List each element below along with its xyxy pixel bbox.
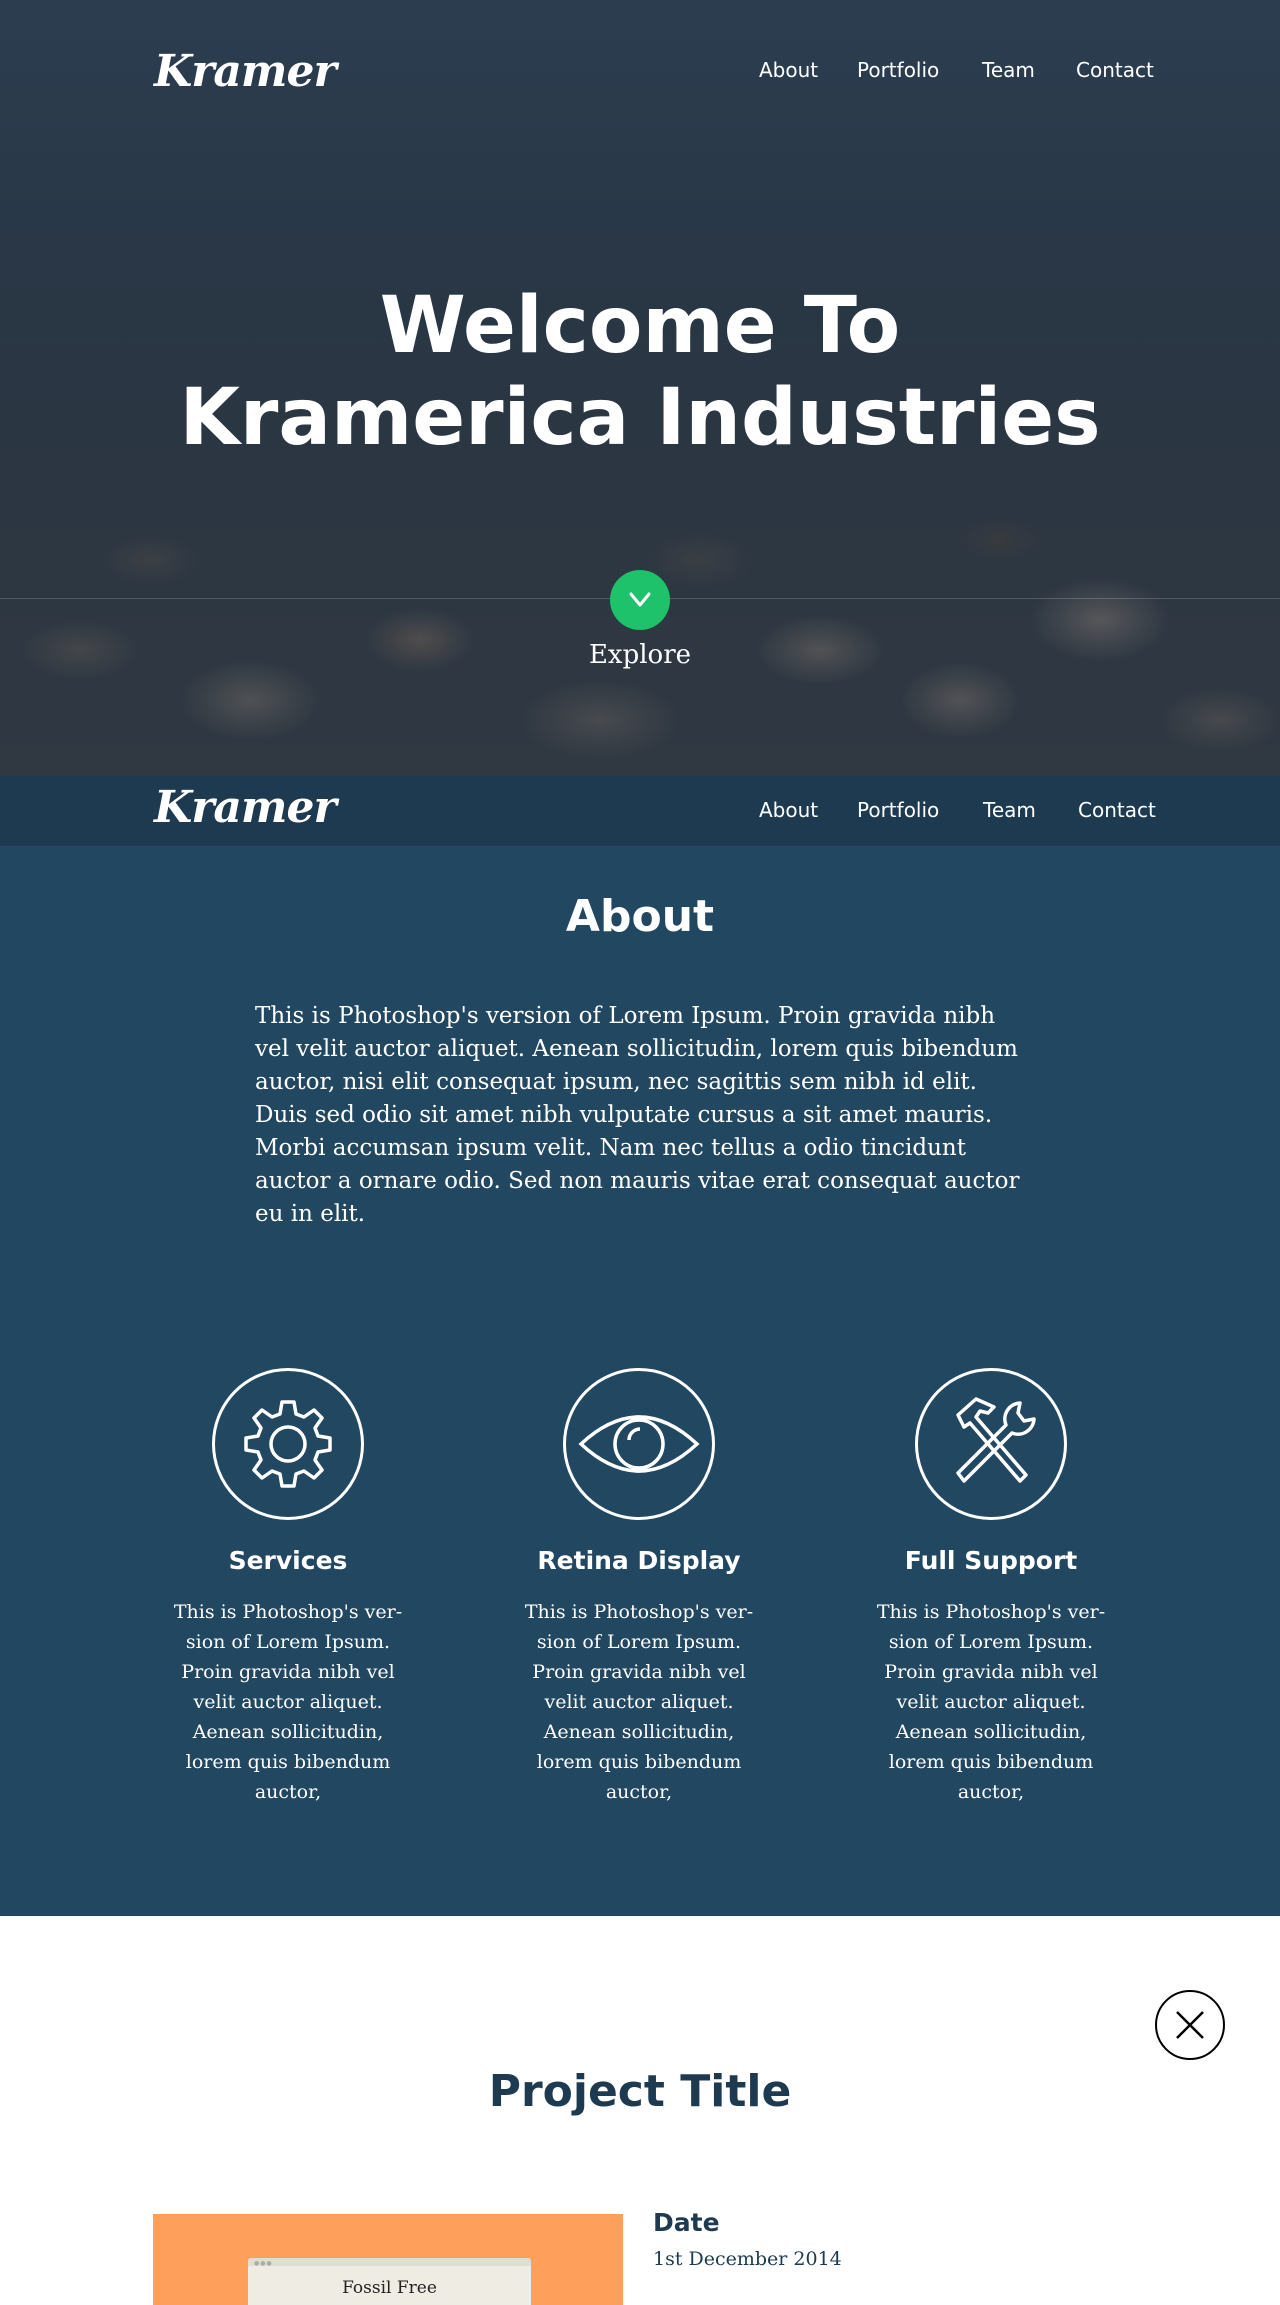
project-image-text: Fossil Free xyxy=(342,2278,437,2298)
eye-icon xyxy=(578,1415,700,1473)
window-titlebar xyxy=(248,2258,531,2266)
nav-item-portfolio[interactable]: Portfolio xyxy=(857,798,939,822)
feature-title: Full Support xyxy=(904,1546,1078,1575)
project-date-value: 1st December 2014 xyxy=(653,2248,842,2270)
feature-full-support: Full Support This is Photoshop's ver- si… xyxy=(841,1368,1141,1807)
nav-item-team[interactable]: Team xyxy=(982,58,1035,82)
hero-title-line2: Kramerica Industries xyxy=(179,373,1101,463)
feature-icon-circle xyxy=(915,1368,1067,1520)
close-icon xyxy=(1176,2011,1204,2039)
nav-item-team[interactable]: Team xyxy=(983,798,1036,822)
feature-text: This is Photoshop's ver- sion of Lorem I… xyxy=(876,1601,1106,1803)
hero-title: Welcome To Kramerica Industries xyxy=(0,280,1280,464)
feature-text: This is Photoshop's ver- sion of Lorem I… xyxy=(173,1601,403,1803)
nav-item-portfolio[interactable]: Portfolio xyxy=(857,58,939,82)
explore-button[interactable] xyxy=(610,570,670,630)
feature-title: Retina Display xyxy=(537,1546,741,1575)
hero-title-line1: Welcome To xyxy=(379,281,901,371)
feature-services: Services This is Photoshop's ver- sion o… xyxy=(138,1368,438,1807)
nav-item-about[interactable]: About xyxy=(759,58,818,82)
window-dots-icon: ●●● xyxy=(254,2260,273,2267)
tools-icon xyxy=(956,1397,1036,1483)
feature-title: Services xyxy=(228,1546,348,1575)
feature-retina-display: Retina Display This is Photoshop's ver- … xyxy=(489,1368,789,1807)
feature-icon-circle xyxy=(212,1368,364,1520)
feature-text: This is Photoshop's ver- sion of Lorem I… xyxy=(524,1601,754,1803)
project-title: Project Title xyxy=(488,2066,792,2117)
about-text: This is Photoshop's version of Lorem Ips… xyxy=(255,1003,1020,1227)
explore-label[interactable]: Explore xyxy=(0,640,1280,670)
nav-item-contact[interactable]: Contact xyxy=(1078,798,1156,822)
gear-icon xyxy=(244,1400,332,1488)
logo[interactable]: Kramer xyxy=(154,782,337,833)
close-button[interactable] xyxy=(1155,1990,1225,2060)
top-navigation: Kramer About Portfolio Team Contact xyxy=(0,38,1280,108)
project-section: Project Title ●●● Fossil Free Date 1st D… xyxy=(0,1916,1280,2305)
section-title: About xyxy=(565,891,715,942)
sticky-navigation: Kramer About Portfolio Team Contact xyxy=(0,776,1280,846)
nav-item-about[interactable]: About xyxy=(759,798,818,822)
project-date-label: Date xyxy=(653,2208,720,2237)
logo[interactable]: Kramer xyxy=(154,46,337,97)
about-section: About This is Photoshop's version of Lor… xyxy=(0,846,1280,1916)
feature-icon-circle xyxy=(563,1368,715,1520)
chevron-down-icon xyxy=(629,592,651,607)
nav-item-contact[interactable]: Contact xyxy=(1076,58,1154,82)
project-image: ●●● Fossil Free xyxy=(153,2214,623,2305)
project-screenshot-window: ●●● Fossil Free xyxy=(248,2258,531,2305)
hero-section: Kramer About Portfolio Team Contact Welc… xyxy=(0,0,1280,776)
